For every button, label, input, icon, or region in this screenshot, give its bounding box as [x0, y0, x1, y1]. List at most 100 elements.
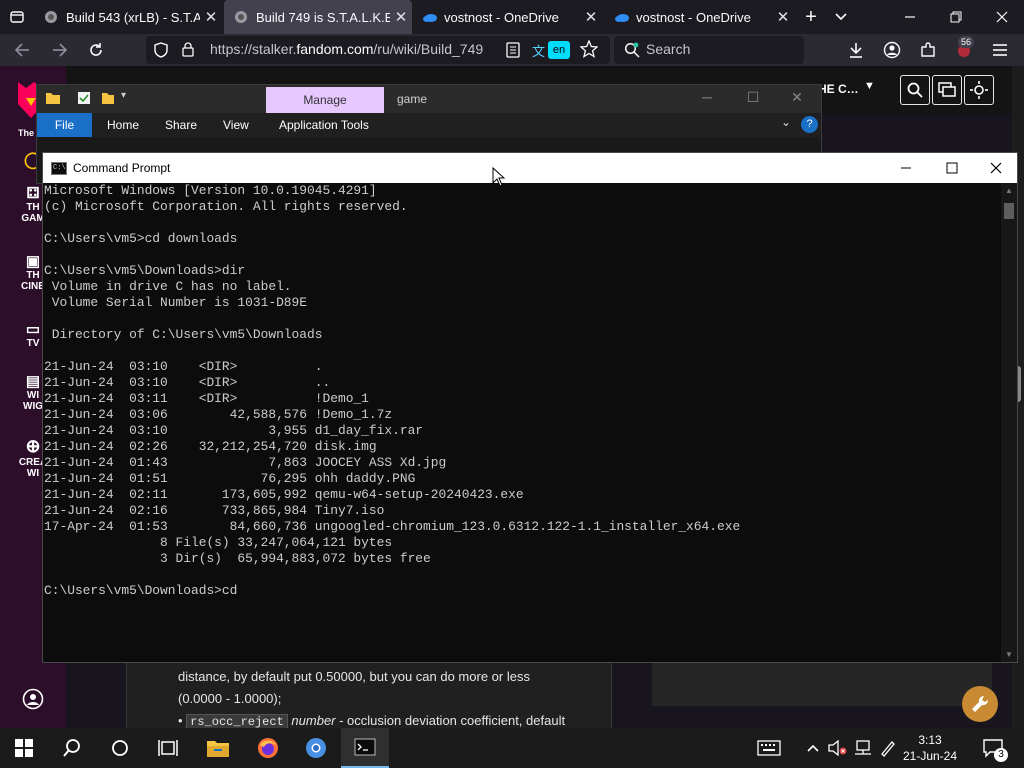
browser-tab-onedrive-2[interactable]: vostnost - OneDrive ✕	[604, 0, 794, 34]
close-icon[interactable]	[973, 153, 1019, 183]
volume-muted-icon[interactable]	[826, 728, 850, 768]
forward-arrow-icon[interactable]	[46, 36, 74, 64]
chevron-down-icon[interactable]: ▼	[864, 80, 875, 92]
action-center-icon[interactable]	[976, 728, 1010, 768]
mouse-pointer-icon	[492, 166, 506, 187]
chromium-taskbar-icon[interactable]	[292, 728, 340, 768]
keyboard-layout-icon[interactable]	[752, 728, 786, 768]
ribbon-tab-home[interactable]: Home	[107, 113, 139, 137]
new-tab-button[interactable]: +	[796, 0, 826, 34]
close-tab-icon[interactable]: ✕	[200, 8, 222, 26]
wiki-search-icon[interactable]	[900, 75, 930, 105]
close-icon[interactable]: ✕	[777, 89, 817, 106]
search-engine-icon[interactable]	[624, 42, 640, 63]
console-line: 21-Jun-24 03:10 3,955 d1_day_fix.rar	[44, 423, 424, 438]
stalker-favicon-icon	[234, 10, 248, 24]
translate-language-badge[interactable]: en	[548, 41, 570, 59]
bookmark-star-icon[interactable]	[579, 39, 599, 63]
hamburger-menu-icon[interactable]	[986, 36, 1014, 64]
back-arrow-icon[interactable]	[8, 36, 36, 64]
account-icon[interactable]	[878, 36, 906, 64]
console-line: 21-Jun-24 03:06 42,588,576 !Demo_1.7z	[44, 407, 393, 422]
tab-title: Build 543 (xrLB) - S.T.A.L.K	[66, 9, 200, 25]
translate-icon[interactable]: 文	[532, 41, 545, 60]
ribbon-tab-view[interactable]: View	[223, 113, 249, 137]
tab-overview-icon[interactable]	[2, 0, 32, 34]
properties-check-icon[interactable]	[77, 91, 91, 110]
wiki-theme-toggle-icon[interactable]	[964, 75, 994, 105]
reload-icon[interactable]	[82, 36, 110, 64]
browser-tab-build-543[interactable]: Build 543 (xrLB) - S.T.A.L.K ✕	[34, 0, 222, 34]
ribbon-tab-share[interactable]: Share	[165, 113, 197, 137]
console-line: 21-Jun-24 02:26 32,212,254,720 disk.img	[44, 439, 377, 454]
ribbon-tab-application-tools[interactable]: Application Tools	[279, 113, 369, 137]
minimize-icon[interactable]	[883, 153, 929, 183]
clock-date: 21-Jun-24	[902, 749, 958, 763]
restore-window-icon[interactable]	[938, 0, 974, 34]
cmd-scrollbar[interactable]: ▲ ▼	[1001, 183, 1017, 662]
address-bar[interactable]: https://stalker.fandom.com/ru/wiki/Build…	[146, 36, 610, 64]
tab-title: vostnost - OneDrive	[636, 9, 751, 25]
search-icon[interactable]	[48, 728, 96, 768]
manage-context-tab[interactable]: Manage	[266, 87, 384, 113]
new-folder-icon[interactable]	[101, 91, 115, 110]
quick-access-dropdown-icon[interactable]: ▾	[121, 90, 126, 101]
chevron-down-icon[interactable]: ⌄	[781, 115, 791, 129]
close-tab-icon[interactable]: ✕	[390, 8, 412, 26]
reader-view-icon[interactable]	[506, 42, 520, 63]
user-avatar-icon[interactable]	[0, 688, 66, 713]
console-line: Volume in drive C has no label.	[44, 279, 292, 294]
tracking-protection-shield-icon[interactable]	[154, 42, 168, 63]
onedrive-cloud-icon	[614, 10, 629, 24]
command-prompt-taskbar-icon[interactable]	[341, 728, 389, 768]
header-nav-item[interactable]: HE C…	[818, 82, 859, 96]
console-line: 21-Jun-24 02:11 173,605,992 qemu-w64-set…	[44, 487, 524, 502]
maximize-icon[interactable]	[929, 153, 975, 183]
cortana-circle-icon[interactable]	[96, 728, 144, 768]
ribbon-tab-file[interactable]: File	[37, 113, 92, 137]
help-icon[interactable]: ?	[801, 116, 818, 133]
lock-icon[interactable]	[182, 42, 194, 62]
maximize-icon[interactable]: ☐	[733, 89, 773, 106]
console-line: 21-Jun-24 03:11 <DIR> !Demo_1	[44, 391, 369, 406]
command-argument: number	[291, 713, 336, 728]
list-tabs-chevron-icon[interactable]	[826, 0, 856, 34]
network-icon[interactable]	[850, 728, 874, 768]
console-line: 21-Jun-24 03:10 <DIR> .	[44, 359, 323, 374]
windows-start-icon[interactable]	[0, 728, 48, 768]
task-view-icon[interactable]	[144, 728, 192, 768]
scroll-down-arrow-icon[interactable]: ▼	[1001, 650, 1017, 659]
wiki-discussion-icon[interactable]	[932, 75, 962, 105]
scroll-up-arrow-icon[interactable]: ▲	[1001, 186, 1017, 195]
browser-tab-build-749[interactable]: Build 749 is S.T.A.L.K.E.W ✕	[224, 0, 412, 34]
close-tab-icon[interactable]: ✕	[580, 8, 602, 26]
search-input[interactable]: Search	[646, 41, 690, 57]
firefox-taskbar-icon[interactable]	[244, 728, 292, 768]
close-window-icon[interactable]	[984, 0, 1020, 34]
minimize-window-icon[interactable]	[892, 0, 928, 34]
notification-count-badge: 3	[994, 748, 1008, 762]
extensions-puzzle-icon[interactable]	[914, 36, 942, 64]
cmd-console-output[interactable]: Microsoft Windows [Version 10.0.19045.42…	[43, 183, 1001, 662]
wiki-tools-wrench-icon[interactable]	[962, 686, 998, 722]
console-line: C:\Users\vm5>cd downloads	[44, 231, 238, 246]
pen-workspace-icon[interactable]	[876, 728, 900, 768]
console-line: 21-Jun-24 02:16 733,865,984 Tiny7.iso	[44, 503, 385, 518]
search-bar[interactable]: Search	[614, 36, 804, 64]
system-clock[interactable]: 3:13 21-Jun-24	[898, 732, 962, 764]
console-line: Volume Serial Number is 1031-D89E	[44, 295, 308, 310]
downloads-icon[interactable]	[842, 36, 870, 64]
minimize-icon[interactable]: ─	[687, 89, 727, 105]
command-prompt-window: C:\ Command Prompt Microsoft Windows [Ve…	[42, 152, 1018, 663]
clock-time: 3:13	[918, 733, 942, 747]
onedrive-cloud-icon	[422, 10, 437, 24]
show-hidden-icons-chevron-icon[interactable]	[800, 728, 826, 768]
browser-tab-onedrive[interactable]: vostnost - OneDrive ✕	[412, 0, 602, 34]
file-explorer-taskbar-icon[interactable]	[194, 728, 242, 768]
console-line: 17-Apr-24 01:53 84,660,736 ungoogled-chr…	[44, 519, 741, 534]
cmd-title-bar[interactable]: C:\ Command Prompt	[43, 153, 1017, 183]
close-tab-icon[interactable]: ✕	[772, 8, 794, 26]
cmd-scrollbar-thumb[interactable]	[1004, 203, 1014, 219]
